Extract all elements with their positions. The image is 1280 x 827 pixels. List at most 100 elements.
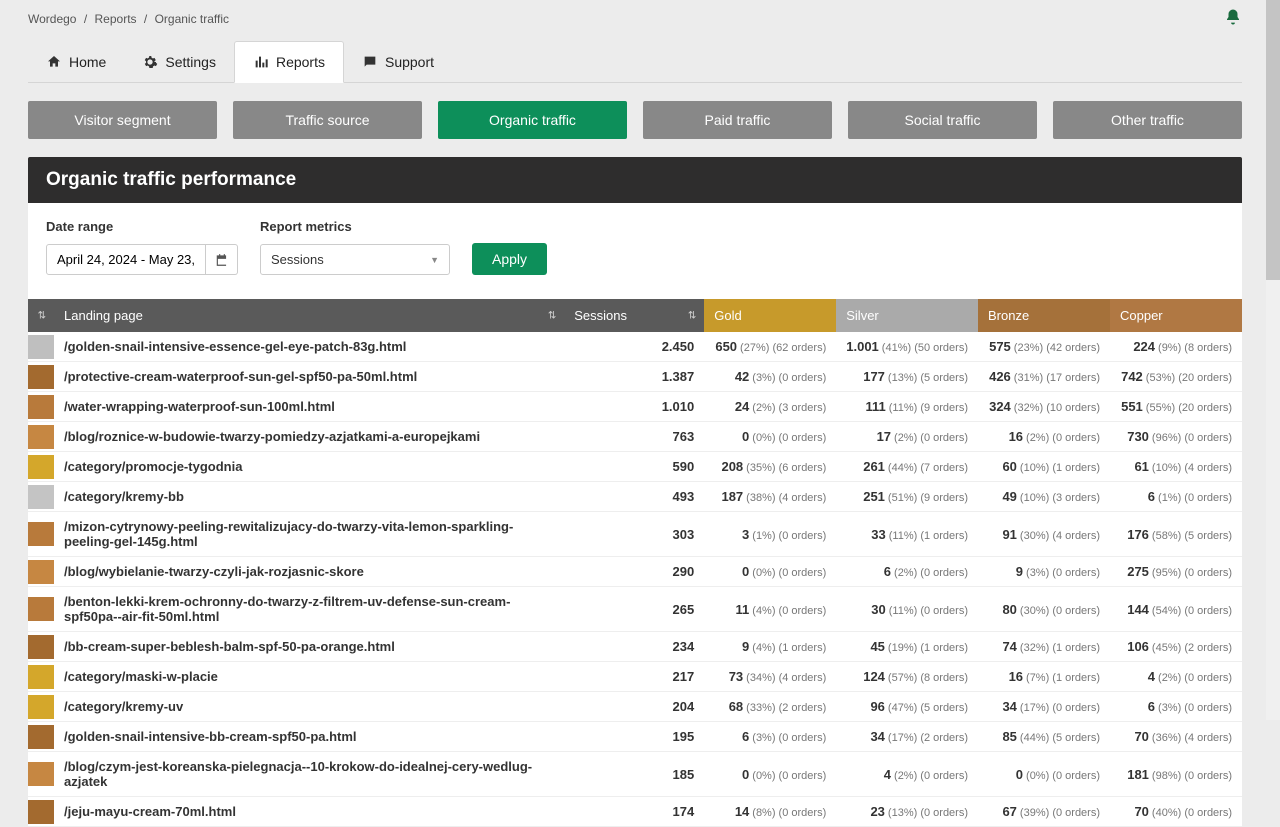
copper-cell: 551(55%) (20 orders) bbox=[1110, 392, 1242, 422]
gold-cell: 73(34%) (4 orders) bbox=[704, 662, 836, 692]
breadcrumb-section[interactable]: Reports bbox=[95, 12, 137, 26]
col-swatch[interactable]: ⇅ bbox=[28, 299, 54, 332]
silver-cell: 261(44%) (7 orders) bbox=[836, 452, 978, 482]
sessions-cell: 590 bbox=[564, 452, 704, 482]
sessions-cell: 1.387 bbox=[564, 362, 704, 392]
gold-cell: 0(0%) (0 orders) bbox=[704, 557, 836, 587]
copper-cell: 61(10%) (4 orders) bbox=[1110, 452, 1242, 482]
bronze-cell: 16(2%) (0 orders) bbox=[978, 422, 1110, 452]
silver-cell: 251(51%) (9 orders) bbox=[836, 482, 978, 512]
table-row: /mizon-cytrynowy-peeling-rewitalizujacy-… bbox=[28, 512, 1242, 557]
nav-settings-label: Settings bbox=[165, 54, 216, 70]
col-bronze[interactable]: Bronze bbox=[978, 299, 1110, 332]
row-swatch bbox=[28, 797, 54, 827]
landing-page-cell[interactable]: /bb-cream-super-beblesh-balm-spf-50-pa-o… bbox=[54, 632, 564, 662]
landing-page-cell[interactable]: /blog/wybielanie-twarzy-czyli-jak-rozjas… bbox=[54, 557, 564, 587]
landing-page-cell[interactable]: /water-wrapping-waterproof-sun-100ml.htm… bbox=[54, 392, 564, 422]
tab-organic-traffic[interactable]: Organic traffic bbox=[438, 101, 627, 139]
landing-page-cell[interactable]: /golden-snail-intensive-bb-cream-spf50-p… bbox=[54, 722, 564, 752]
col-copper[interactable]: Copper bbox=[1110, 299, 1242, 332]
bronze-cell: 67(39%) (0 orders) bbox=[978, 797, 1110, 827]
gold-cell: 0(0%) (0 orders) bbox=[704, 422, 836, 452]
bronze-cell: 9(3%) (0 orders) bbox=[978, 557, 1110, 587]
report-metrics-label: Report metrics bbox=[260, 219, 450, 234]
landing-page-cell[interactable]: /benton-lekki-krem-ochronny-do-twarzy-z-… bbox=[54, 587, 564, 632]
tab-other-traffic[interactable]: Other traffic bbox=[1053, 101, 1242, 139]
copper-cell: 106(45%) (2 orders) bbox=[1110, 632, 1242, 662]
support-icon bbox=[362, 54, 378, 70]
date-picker-button[interactable] bbox=[206, 244, 238, 275]
gold-cell: 24(2%) (3 orders) bbox=[704, 392, 836, 422]
apply-button[interactable]: Apply bbox=[472, 243, 547, 275]
nav-settings[interactable]: Settings bbox=[124, 41, 234, 82]
notifications-bell-icon[interactable] bbox=[1224, 8, 1242, 29]
sessions-cell: 763 bbox=[564, 422, 704, 452]
landing-page-cell[interactable]: /blog/czym-jest-koreanska-pielegnacja--1… bbox=[54, 752, 564, 797]
sort-icon: ⇅ bbox=[688, 310, 696, 321]
nav-support[interactable]: Support bbox=[344, 41, 452, 82]
nav-reports[interactable]: Reports bbox=[234, 41, 344, 83]
nav-reports-label: Reports bbox=[276, 54, 325, 70]
gold-cell: 14(8%) (0 orders) bbox=[704, 797, 836, 827]
table-row: /water-wrapping-waterproof-sun-100ml.htm… bbox=[28, 392, 1242, 422]
sessions-cell: 217 bbox=[564, 662, 704, 692]
row-swatch bbox=[28, 512, 54, 557]
landing-page-cell[interactable]: /mizon-cytrynowy-peeling-rewitalizujacy-… bbox=[54, 512, 564, 557]
gold-cell: 187(38%) (4 orders) bbox=[704, 482, 836, 512]
gold-cell: 9(4%) (1 orders) bbox=[704, 632, 836, 662]
date-range-label: Date range bbox=[46, 219, 238, 234]
silver-cell: 4(2%) (0 orders) bbox=[836, 752, 978, 797]
landing-page-cell[interactable]: /jeju-mayu-cream-70ml.html bbox=[54, 797, 564, 827]
landing-page-cell[interactable]: /category/promocje-tygodnia bbox=[54, 452, 564, 482]
row-swatch bbox=[28, 452, 54, 482]
col-silver[interactable]: Silver bbox=[836, 299, 978, 332]
tab-traffic-source[interactable]: Traffic source bbox=[233, 101, 422, 139]
sort-icon: ⇅ bbox=[548, 310, 556, 321]
gold-cell: 0(0%) (0 orders) bbox=[704, 752, 836, 797]
bronze-cell: 16(7%) (1 orders) bbox=[978, 662, 1110, 692]
gold-cell: 11(4%) (0 orders) bbox=[704, 587, 836, 632]
gold-cell: 208(35%) (6 orders) bbox=[704, 452, 836, 482]
table-row: /category/kremy-uv20468(33%) (2 orders)9… bbox=[28, 692, 1242, 722]
nav-home-label: Home bbox=[69, 54, 106, 70]
row-swatch bbox=[28, 557, 54, 587]
report-table: ⇅ Landing page⇅ Sessions⇅ Gold Silver Br… bbox=[28, 299, 1242, 827]
tab-social-traffic[interactable]: Social traffic bbox=[848, 101, 1037, 139]
silver-cell: 124(57%) (8 orders) bbox=[836, 662, 978, 692]
col-sessions[interactable]: Sessions⇅ bbox=[564, 299, 704, 332]
silver-cell: 1.001(41%) (50 orders) bbox=[836, 332, 978, 362]
landing-page-cell[interactable]: /category/kremy-uv bbox=[54, 692, 564, 722]
copper-cell: 742(53%) (20 orders) bbox=[1110, 362, 1242, 392]
scrollbar[interactable] bbox=[1266, 0, 1280, 720]
landing-page-cell[interactable]: /blog/roznice-w-budowie-twarzy-pomiedzy-… bbox=[54, 422, 564, 452]
copper-cell: 4(2%) (0 orders) bbox=[1110, 662, 1242, 692]
row-swatch bbox=[28, 482, 54, 512]
row-swatch bbox=[28, 692, 54, 722]
col-gold[interactable]: Gold bbox=[704, 299, 836, 332]
sessions-cell: 234 bbox=[564, 632, 704, 662]
tab-paid-traffic[interactable]: Paid traffic bbox=[643, 101, 832, 139]
row-swatch bbox=[28, 587, 54, 632]
home-icon bbox=[46, 54, 62, 70]
row-swatch bbox=[28, 392, 54, 422]
landing-page-cell[interactable]: /category/kremy-bb bbox=[54, 482, 564, 512]
sessions-cell: 2.450 bbox=[564, 332, 704, 362]
bronze-cell: 426(31%) (17 orders) bbox=[978, 362, 1110, 392]
nav-home[interactable]: Home bbox=[28, 41, 124, 82]
tab-visitor-segment[interactable]: Visitor segment bbox=[28, 101, 217, 139]
copper-cell: 6(3%) (0 orders) bbox=[1110, 692, 1242, 722]
bronze-cell: 74(32%) (1 orders) bbox=[978, 632, 1110, 662]
col-landing-page[interactable]: Landing page⇅ bbox=[54, 299, 564, 332]
copper-cell: 275(95%) (0 orders) bbox=[1110, 557, 1242, 587]
bronze-cell: 60(10%) (1 orders) bbox=[978, 452, 1110, 482]
landing-page-cell[interactable]: /golden-snail-intensive-essence-gel-eye-… bbox=[54, 332, 564, 362]
table-row: /golden-snail-intensive-essence-gel-eye-… bbox=[28, 332, 1242, 362]
landing-page-cell[interactable]: /protective-cream-waterproof-sun-gel-spf… bbox=[54, 362, 564, 392]
landing-page-cell[interactable]: /category/maski-w-placie bbox=[54, 662, 564, 692]
nav-support-label: Support bbox=[385, 54, 434, 70]
report-metrics-select[interactable]: Sessions ▼ bbox=[260, 244, 450, 275]
breadcrumb-app[interactable]: Wordego bbox=[28, 12, 76, 26]
scrollbar-thumb[interactable] bbox=[1266, 0, 1280, 280]
date-range-input[interactable] bbox=[46, 244, 206, 275]
table-row: /blog/roznice-w-budowie-twarzy-pomiedzy-… bbox=[28, 422, 1242, 452]
